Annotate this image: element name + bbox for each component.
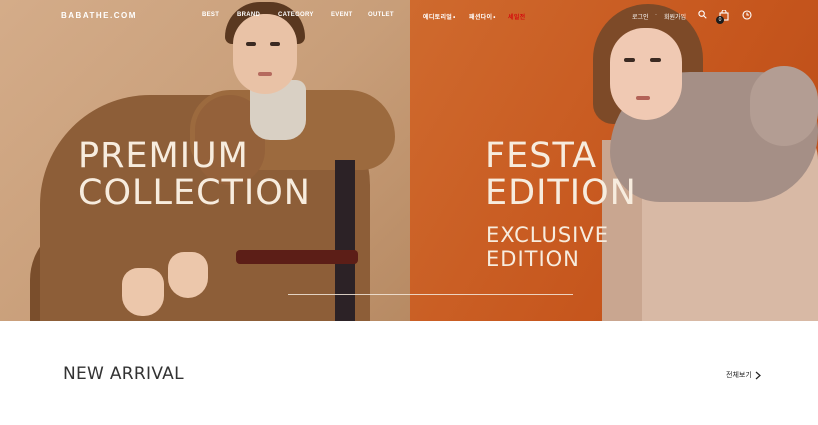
hero-banner[interactable]: PREMIUM COLLECTION FESTA EDITION EXCLUSI… bbox=[0, 0, 818, 321]
model-face bbox=[610, 28, 682, 120]
nav-link-sale[interactable]: 세일전 bbox=[508, 12, 525, 21]
chair-armrest bbox=[236, 250, 358, 264]
top-navigation: BABATHE.COM BEST BRAND CATEGORY EVENT OU… bbox=[0, 0, 818, 32]
chair-leg bbox=[335, 160, 355, 321]
clock-icon[interactable] bbox=[742, 10, 752, 20]
model-lips bbox=[636, 96, 650, 100]
nav-link-category[interactable]: CATEGORY bbox=[278, 12, 314, 18]
model-lips bbox=[258, 72, 272, 76]
hero-subheading-exclusive-edition: EXCLUSIVE EDITION bbox=[486, 223, 609, 271]
nav-link-editorial-label: 에디토리얼 bbox=[423, 15, 453, 21]
view-all-link[interactable]: 전체보기 bbox=[726, 370, 761, 380]
nav-link-brand[interactable]: BRAND bbox=[237, 12, 260, 18]
model-eye bbox=[624, 58, 635, 62]
section-title-new-arrival: NEW ARRIVAL bbox=[63, 364, 184, 384]
new-dot-indicator: • bbox=[493, 15, 496, 21]
model-eye bbox=[270, 42, 280, 46]
search-icon[interactable] bbox=[698, 10, 707, 19]
view-all-label: 전체보기 bbox=[726, 372, 752, 379]
hero-heading-festa-edition: FESTA EDITION bbox=[485, 136, 637, 213]
site-logo[interactable]: BABATHE.COM bbox=[61, 11, 137, 20]
chevron-right-icon bbox=[755, 371, 761, 379]
model-eye bbox=[246, 42, 256, 46]
nav-link-editorial[interactable]: 에디토리얼• bbox=[423, 12, 456, 21]
nav-link-best[interactable]: BEST bbox=[202, 12, 219, 18]
cart-count-badge: 0 bbox=[716, 16, 724, 24]
signup-link[interactable]: 회원가입 bbox=[664, 12, 686, 21]
hero-heading-premium-collection: PREMIUM COLLECTION bbox=[78, 136, 311, 213]
model-hand bbox=[122, 268, 164, 316]
login-link[interactable]: 로그인 bbox=[632, 12, 649, 21]
nav-link-event[interactable]: EVENT bbox=[331, 12, 353, 18]
new-dot-indicator: • bbox=[453, 15, 456, 21]
util-separator: · bbox=[655, 12, 657, 18]
model-hand bbox=[168, 252, 208, 298]
nav-link-fashion-diary[interactable]: 패션다이• bbox=[469, 12, 496, 21]
nav-link-fashion-diary-label: 패션다이 bbox=[469, 15, 493, 21]
nav-link-outlet[interactable]: OUTLET bbox=[368, 12, 394, 18]
model-fur-hood-detail bbox=[750, 66, 818, 146]
model-eye bbox=[650, 58, 661, 62]
hero-divider-line bbox=[288, 294, 573, 295]
